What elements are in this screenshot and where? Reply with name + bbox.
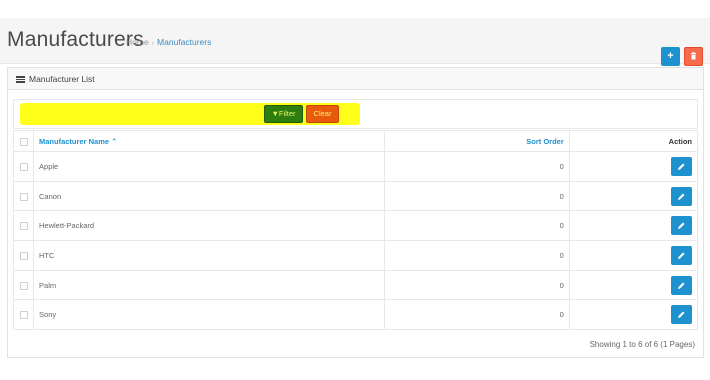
pencil-icon xyxy=(678,222,685,230)
table-row: Apple 0 xyxy=(12,151,699,182)
sort-order-cell: 0 xyxy=(383,210,570,242)
manufacturer-list-panel: Manufacturer List ▼Filter Clear Manufact… xyxy=(7,67,704,358)
manufacturer-name-cell: Palm xyxy=(33,269,385,301)
sort-order-cell: 0 xyxy=(383,269,570,301)
filter-button-label: Filter xyxy=(278,109,296,118)
sort-order-cell: 0 xyxy=(383,151,570,182)
breadcrumb-separator-icon: › xyxy=(151,40,155,47)
column-header-name[interactable]: Manufacturer Name ⌃ xyxy=(33,130,385,152)
edit-button[interactable] xyxy=(671,245,692,265)
column-header-name-label: Manufacturer Name xyxy=(39,136,110,146)
sort-order-cell: 0 xyxy=(383,180,570,212)
edit-button[interactable] xyxy=(671,275,692,295)
manufacturer-name: HTC xyxy=(39,250,55,260)
table-row: Canon 0 xyxy=(12,180,699,212)
pencil-icon xyxy=(678,282,685,289)
table-header-row: Manufacturer Name ⌃ Sort Order Action xyxy=(12,130,699,152)
manufacturer-name-cell: Canon xyxy=(33,180,385,212)
funnel-icon: ▼ xyxy=(271,109,279,118)
manufacturer-name: Apple xyxy=(39,161,59,171)
row-checkbox-cell xyxy=(12,210,35,242)
table-row: Sony 0 xyxy=(12,299,699,331)
column-header-action: Action xyxy=(568,130,699,152)
page-title: Manufacturers xyxy=(7,28,144,51)
manufacturer-table: Manufacturer Name ⌃ Sort Order Action Ap… xyxy=(12,130,699,331)
panel-title-text: Manufacturer List xyxy=(29,74,95,84)
sort-order-cell: 0 xyxy=(383,299,570,331)
manufacturer-name: Sony xyxy=(39,310,57,320)
row-checkbox[interactable] xyxy=(19,281,28,290)
breadcrumb: Home › Manufacturers xyxy=(126,37,211,47)
select-all-cell xyxy=(12,130,35,152)
action-cell xyxy=(568,269,699,301)
action-cell xyxy=(568,240,699,271)
manufacturer-name-cell: Sony xyxy=(33,299,385,331)
row-checkbox-cell xyxy=(12,299,35,331)
edit-button[interactable] xyxy=(671,305,692,325)
pencil-icon xyxy=(678,163,685,170)
column-header-sort-order-label: Sort Order xyxy=(526,136,564,146)
page-header: Manufacturers Home › Manufacturers + xyxy=(0,18,710,66)
row-checkbox[interactable] xyxy=(19,162,28,171)
plus-icon: + xyxy=(667,50,674,62)
manufacturer-name: Canon xyxy=(39,191,62,201)
action-cell xyxy=(568,151,699,182)
row-checkbox[interactable] xyxy=(19,222,28,231)
table-row: Palm 0 xyxy=(12,269,699,301)
breadcrumb-manufacturers[interactable]: Manufacturers xyxy=(157,37,211,47)
manufacturer-name-cell: Hewlett-Packard xyxy=(33,210,385,242)
column-header-sort-order[interactable]: Sort Order xyxy=(383,130,570,152)
manufacturer-name-cell: Apple xyxy=(33,151,385,182)
action-cell xyxy=(568,299,699,331)
table-row: Hewlett-Packard 0 xyxy=(12,210,699,242)
breadcrumb-home[interactable]: Home xyxy=(126,37,149,47)
sort-order-cell: 0 xyxy=(383,240,570,271)
manufacturer-name-cell: HTC xyxy=(33,240,385,271)
edit-button[interactable] xyxy=(671,156,692,176)
panel-title: Manufacturer List xyxy=(16,74,95,84)
sort-order-value: 0 xyxy=(559,191,564,201)
row-checkbox[interactable] xyxy=(19,251,28,260)
row-checkbox-cell xyxy=(12,180,35,212)
sort-asc-icon: ⌃ xyxy=(109,136,118,146)
pencil-icon xyxy=(678,193,685,200)
action-cell xyxy=(568,180,699,212)
sort-order-value: 0 xyxy=(559,280,564,290)
row-checkbox-cell xyxy=(12,151,35,182)
manufacturer-name: Palm xyxy=(39,280,57,290)
manufacturer-name: Hewlett-Packard xyxy=(39,221,95,231)
sort-order-value: 0 xyxy=(559,161,564,171)
list-icon xyxy=(16,76,25,83)
pagination-results: Showing 1 to 6 of 6 (1 Pages) xyxy=(589,340,695,349)
panel-heading: Manufacturer List xyxy=(8,68,703,90)
row-checkbox[interactable] xyxy=(19,192,28,201)
row-checkbox-cell xyxy=(12,269,35,301)
sort-order-value: 0 xyxy=(559,310,564,320)
edit-button[interactable] xyxy=(671,216,692,236)
delete-button[interactable] xyxy=(684,47,703,66)
edit-button[interactable] xyxy=(671,186,692,206)
filter-button[interactable]: ▼Filter xyxy=(264,105,303,123)
sort-order-value: 0 xyxy=(559,250,564,260)
add-button[interactable]: + xyxy=(661,47,680,66)
select-all-checkbox[interactable] xyxy=(19,137,28,146)
pencil-icon xyxy=(678,252,685,259)
table-row: HTC 0 xyxy=(12,240,699,271)
trash-icon xyxy=(691,52,696,60)
action-cell xyxy=(568,210,699,242)
row-checkbox-cell xyxy=(12,240,35,271)
pencil-icon xyxy=(678,311,685,319)
row-checkbox[interactable] xyxy=(19,311,28,320)
clear-button[interactable]: Clear xyxy=(306,105,339,123)
sort-order-value: 0 xyxy=(559,221,564,231)
column-header-action-label: Action xyxy=(668,136,692,146)
